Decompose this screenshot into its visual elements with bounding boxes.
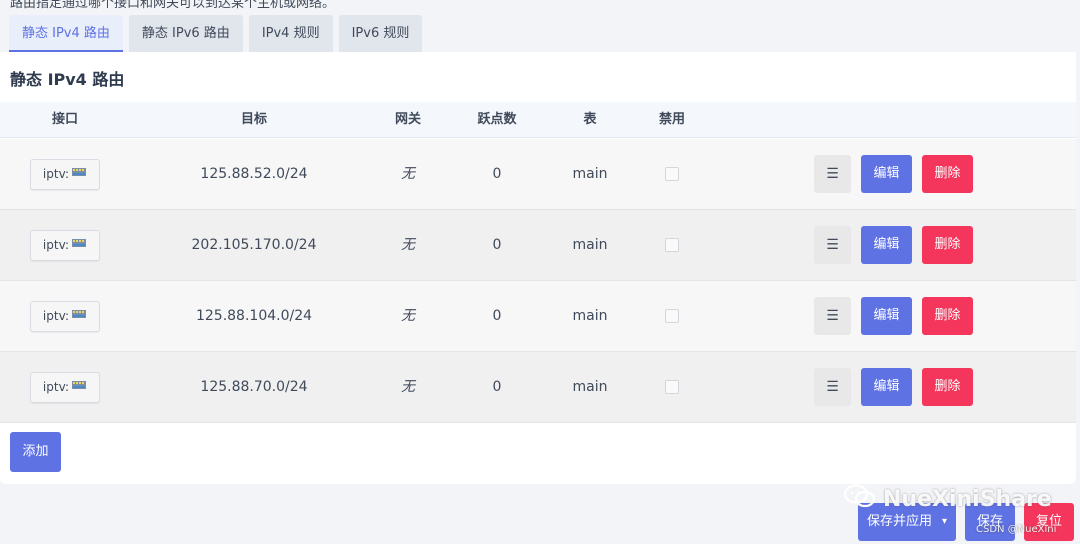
route-metric: 0	[492, 166, 502, 182]
section-title: 静态 IPv4 路由	[10, 70, 125, 89]
tab-ipv4-rules[interactable]: IPv4 规则	[248, 15, 333, 52]
interface-badge: iptv:	[30, 301, 100, 332]
delete-button[interactable]: 删除	[922, 155, 973, 193]
tab-static-ipv4[interactable]: 静态 IPv4 路由	[9, 15, 123, 52]
table-row: iptv: 125.88.70.0/24 无 0 main ☰ 编辑 删除	[0, 352, 1076, 423]
delete-button[interactable]: 删除	[922, 226, 973, 264]
route-target: 125.88.70.0/24	[200, 379, 308, 395]
hamburger-icon: ☰	[826, 166, 839, 182]
route-table: main	[572, 166, 608, 182]
route-metric: 0	[492, 308, 502, 324]
route-target: 125.88.104.0/24	[195, 308, 313, 324]
table-row: iptv: 125.88.104.0/24 无 0 main ☰ 编辑 删除	[0, 281, 1076, 352]
row-menu-button[interactable]: ☰	[814, 226, 851, 264]
column-target: 目标	[240, 112, 267, 127]
table-header: 接口 目标 网关 跃点数 表 禁用	[0, 102, 1076, 138]
route-metric: 0	[492, 379, 502, 395]
routes-table-body: iptv: 125.88.52.0/24 无 0 main ☰ 编辑 删除 ip…	[0, 139, 1076, 423]
tab-static-ipv6[interactable]: 静态 IPv6 路由	[128, 15, 243, 52]
network-port-icon	[71, 231, 87, 260]
watermark-text: NueXiniShare	[883, 486, 1052, 512]
route-gateway: 无	[401, 308, 415, 324]
interface-label: iptv:	[42, 380, 70, 394]
route-gateway: 无	[401, 237, 415, 253]
column-disabled: 禁用	[658, 112, 685, 127]
row-menu-button[interactable]: ☰	[814, 297, 851, 335]
row-menu-button[interactable]: ☰	[814, 155, 851, 193]
disable-checkbox[interactable]	[665, 309, 679, 323]
network-port-icon	[71, 160, 87, 189]
edit-button[interactable]: 编辑	[861, 368, 912, 406]
route-gateway: 无	[401, 379, 415, 395]
page-description: 路由指定通过哪个接口和网关可以到达某个主机或网络。	[10, 0, 336, 11]
delete-button[interactable]: 删除	[922, 368, 973, 406]
routes-panel: 静态 IPv4 路由 接口 目标 网关 跃点数 表 禁用 iptv: 125.8…	[0, 52, 1076, 484]
disable-checkbox[interactable]	[665, 380, 679, 394]
interface-label: iptv:	[42, 309, 70, 323]
route-target: 125.88.52.0/24	[200, 166, 308, 182]
tab-ipv6-rules[interactable]: IPv6 规则	[338, 15, 423, 52]
column-metric: 跃点数	[477, 112, 517, 127]
interface-label: iptv:	[42, 238, 70, 252]
save-apply-label: 保存并应用	[867, 514, 933, 529]
table-row: iptv: 202.105.170.0/24 无 0 main ☰ 编辑 删除	[0, 210, 1076, 281]
network-port-icon	[71, 373, 87, 402]
edit-button[interactable]: 编辑	[861, 226, 912, 264]
column-interface: 接口	[51, 112, 78, 127]
edit-button[interactable]: 编辑	[861, 155, 912, 193]
hamburger-icon: ☰	[826, 237, 839, 253]
watermark: NueXiniShare	[843, 484, 1052, 514]
interface-badge: iptv:	[30, 230, 100, 261]
delete-button[interactable]: 删除	[922, 297, 973, 335]
route-metric: 0	[492, 237, 502, 253]
route-target: 202.105.170.0/24	[191, 237, 317, 253]
row-menu-button[interactable]: ☰	[814, 368, 851, 406]
interface-label: iptv:	[42, 167, 70, 181]
route-gateway: 无	[401, 166, 415, 182]
column-gateway: 网关	[394, 112, 421, 127]
route-table: main	[572, 237, 608, 253]
table-row: iptv: 125.88.52.0/24 无 0 main ☰ 编辑 删除	[0, 139, 1076, 210]
column-table: 表	[583, 112, 597, 127]
disable-checkbox[interactable]	[665, 238, 679, 252]
route-tabs: 静态 IPv4 路由 静态 IPv6 路由 IPv4 规则 IPv6 规则	[9, 15, 423, 52]
hamburger-icon: ☰	[826, 379, 839, 395]
hamburger-icon: ☰	[826, 308, 839, 324]
watermark-source: CSDN @NueXini	[976, 524, 1057, 535]
route-table: main	[572, 308, 608, 324]
edit-button[interactable]: 编辑	[861, 297, 912, 335]
add-route-button[interactable]: 添加	[10, 432, 61, 472]
route-table: main	[572, 379, 608, 395]
network-port-icon	[71, 302, 87, 331]
interface-badge: iptv:	[30, 372, 100, 403]
disable-checkbox[interactable]	[665, 167, 679, 181]
interface-badge: iptv:	[30, 159, 100, 190]
wechat-icon	[843, 484, 877, 514]
